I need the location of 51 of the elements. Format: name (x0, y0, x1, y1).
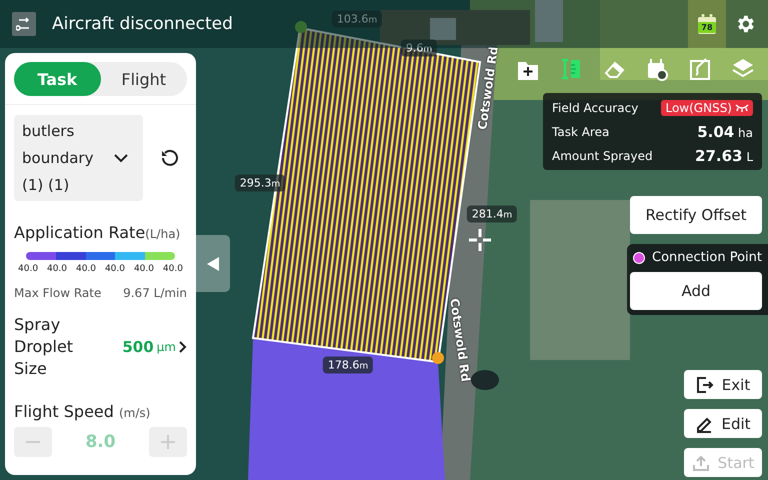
chevron-down-icon (114, 153, 128, 163)
info-label: Amount Sprayed (552, 148, 653, 162)
legend-tick-label: 40.0 (162, 264, 183, 274)
crosshair-icon (469, 229, 491, 251)
pond (471, 370, 499, 390)
info-label: Field Accuracy (552, 100, 638, 114)
rectify-offset-button[interactable]: Rectify Offset (630, 196, 762, 234)
route-menu-icon[interactable] (12, 12, 36, 36)
triangle-left-icon (207, 256, 219, 270)
accuracy-badge: Low(GNSS) (661, 100, 753, 116)
max-flow-rate-value: 9.67 L/min (123, 286, 187, 300)
flight-speed-label: Flight Speed (m/s) (14, 402, 152, 421)
distance-label: 281.4m (466, 206, 518, 222)
edit-path-icon[interactable] (688, 56, 712, 82)
eye-closed-icon (735, 104, 749, 112)
exit-button[interactable]: Exit (684, 370, 762, 399)
legend-tick-label: 40.0 (76, 264, 96, 274)
add-button[interactable]: Add (630, 272, 762, 310)
road-label: Cotswold Rd (447, 297, 473, 383)
building-roof (430, 18, 456, 40)
distance-label: 295.3m (234, 174, 286, 192)
info-value: 27.63 L (695, 146, 753, 164)
collapse-panel-button[interactable] (196, 235, 230, 292)
legend-tick-label: 40.0 (46, 264, 68, 274)
info-label: Task Area (552, 124, 610, 138)
refresh-icon[interactable] (160, 148, 180, 168)
panel-tab[interactable]: Flight (100, 62, 187, 96)
legend-tick-label: 40.0 (134, 264, 154, 274)
droplet-size-label: Spray Droplet Size (14, 314, 74, 380)
distance-label: 9.6m (400, 40, 438, 56)
upload-icon (692, 454, 710, 472)
shed-roof (535, 0, 563, 42)
connection-status-title: Aircraft disconnected (52, 14, 233, 34)
remote-settings-icon[interactable] (645, 56, 669, 82)
road-label: Cotswold Rd (475, 45, 501, 131)
task-selector-dropdown[interactable]: butlers boundary (1) (1) (14, 115, 143, 201)
connection-point-label: Connection Point (652, 250, 762, 265)
legend-tick-label: 40.0 (18, 264, 38, 274)
exit-icon (696, 376, 714, 394)
end-point-marker[interactable] (432, 352, 444, 364)
chevron-right-icon (179, 341, 187, 353)
distance-label: 178.6m (322, 356, 374, 374)
max-flow-rate-label: Max Flow Rate (14, 286, 102, 300)
plus-icon (161, 435, 175, 449)
application-rate-label: Application Rate(L/ha) (14, 223, 182, 242)
info-value: 5.04 ha (697, 122, 753, 140)
distance-label: 103.6m (332, 10, 382, 28)
edit-button[interactable]: Edit (684, 409, 762, 438)
legend-tick-label: 40.0 (104, 264, 125, 274)
minus-icon (26, 441, 40, 443)
start-point-marker[interactable] (295, 21, 307, 33)
